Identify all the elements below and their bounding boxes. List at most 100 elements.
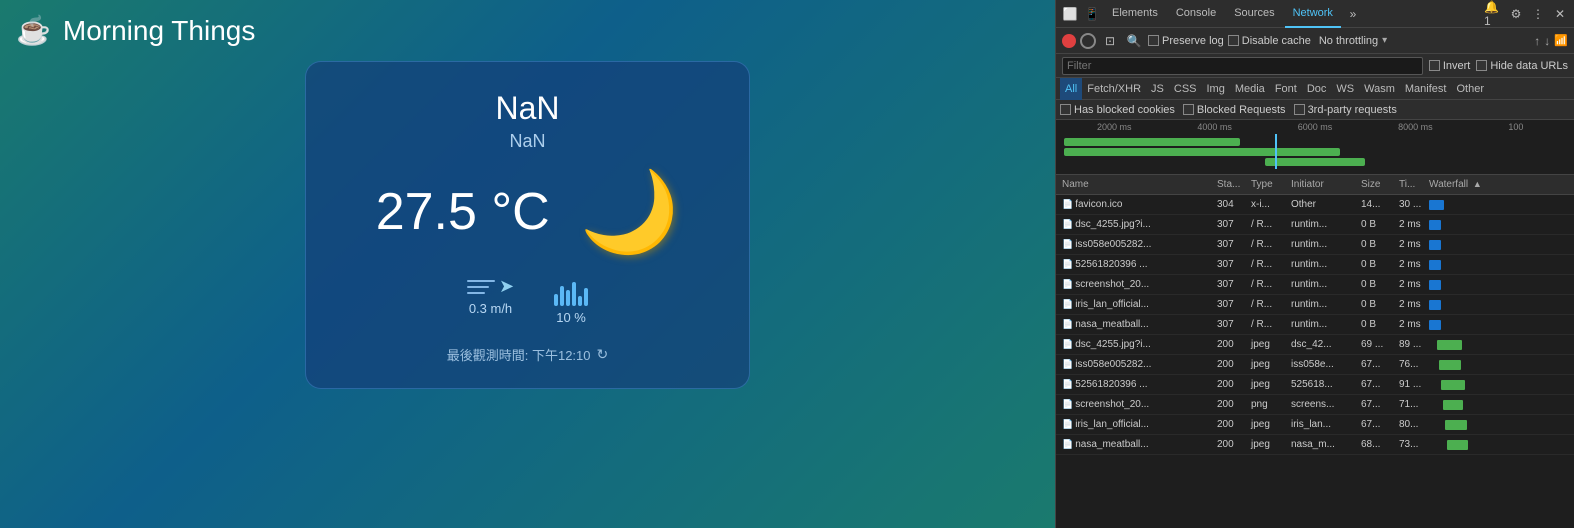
hide-data-urls-checkbox-wrapper[interactable]: Hide data URLs [1476, 60, 1568, 72]
cell-type: / R... [1249, 319, 1289, 330]
table-row[interactable]: 📄iss058e005282... 307 / R... runtim... 0… [1056, 235, 1574, 255]
cell-time: 30 ... [1397, 199, 1427, 210]
col-header-time[interactable]: Ti... [1397, 179, 1427, 190]
more-options-icon[interactable]: ⋮ [1528, 4, 1548, 24]
preserve-log-checkbox-wrapper[interactable]: Preserve log [1148, 35, 1224, 47]
timeline-labels: 2000 ms 4000 ms 6000 ms 8000 ms 100 [1056, 120, 1574, 134]
col-header-size[interactable]: Size [1359, 179, 1397, 190]
invert-checkbox[interactable] [1429, 60, 1440, 71]
device-icon[interactable]: 📱 [1082, 4, 1102, 24]
waterfall-bar [1443, 400, 1463, 410]
invert-label: Invert [1443, 60, 1471, 72]
col-header-type[interactable]: Type [1249, 179, 1289, 190]
table-row[interactable]: 📄favicon.ico 304 x-i... Other 14... 30 .… [1056, 195, 1574, 215]
third-party-checkbox[interactable] [1294, 104, 1305, 115]
type-btn-all[interactable]: All [1060, 78, 1082, 100]
filter-input[interactable] [1062, 57, 1423, 75]
throttle-dropdown-icon[interactable]: ▾ [1382, 35, 1387, 46]
col-header-waterfall[interactable]: Waterfall ▲ [1427, 179, 1570, 190]
tab-console[interactable]: Console [1168, 0, 1224, 28]
cell-type: jpeg [1249, 439, 1289, 450]
table-row[interactable]: 📄dsc_4255.jpg?i... 200 jpeg dsc_42... 69… [1056, 335, 1574, 355]
more-tabs-icon[interactable]: » [1343, 4, 1363, 24]
type-btn-img[interactable]: Img [1202, 78, 1230, 100]
invert-checkbox-wrapper[interactable]: Invert [1429, 60, 1471, 72]
blocked-requests-wrapper[interactable]: Blocked Requests [1183, 104, 1286, 116]
type-btn-wasm[interactable]: Wasm [1359, 78, 1400, 100]
cell-size: 0 B [1359, 259, 1397, 270]
clear-icon[interactable] [1080, 33, 1096, 49]
disable-cache-checkbox[interactable] [1228, 35, 1239, 46]
cell-size: 14... [1359, 199, 1397, 210]
table-row[interactable]: 📄dsc_4255.jpg?i... 307 / R... runtim... … [1056, 215, 1574, 235]
weather-card: NaN NaN 27.5 °C 🌙 ➤ 0.3 m/h [305, 61, 750, 389]
cell-name: 📄favicon.ico [1060, 199, 1215, 210]
table-row[interactable]: 📄iss058e005282... 200 jpeg iss058e... 67… [1056, 355, 1574, 375]
upload-icon[interactable]: ↑ [1534, 34, 1540, 48]
hide-data-urls-checkbox[interactable] [1476, 60, 1487, 71]
cell-type: jpeg [1249, 379, 1289, 390]
blocked-requests-checkbox[interactable] [1183, 104, 1194, 115]
type-btn-ws[interactable]: WS [1331, 78, 1359, 100]
filter-icon[interactable]: ⊡ [1100, 31, 1120, 51]
table-row[interactable]: 📄iris_lan_official... 200 jpeg iris_lan.… [1056, 415, 1574, 435]
weather-subtitle: NaN [346, 131, 709, 152]
table-row[interactable]: 📄nasa_meatball... 307 / R... runtim... 0… [1056, 315, 1574, 335]
waterfall-bar [1429, 220, 1441, 230]
table-row[interactable]: 📄screenshot_20... 307 / R... runtim... 0… [1056, 275, 1574, 295]
refresh-icon[interactable]: ↻ [597, 346, 609, 363]
cell-status: 307 [1215, 219, 1249, 230]
type-btn-media[interactable]: Media [1230, 78, 1270, 100]
cell-status: 200 [1215, 419, 1249, 430]
third-party-wrapper[interactable]: 3rd-party requests [1294, 104, 1397, 116]
cell-size: 0 B [1359, 299, 1397, 310]
type-btn-font[interactable]: Font [1270, 78, 1302, 100]
disable-cache-checkbox-wrapper[interactable]: Disable cache [1228, 35, 1311, 47]
devtools-tab-bar: ⬜ 📱 Elements Console Sources Network » 🔔… [1056, 0, 1574, 28]
cell-time: 73... [1397, 439, 1427, 450]
cell-waterfall [1427, 395, 1570, 414]
table-row[interactable]: 📄iris_lan_official... 307 / R... runtim.… [1056, 295, 1574, 315]
type-btn-js[interactable]: JS [1146, 78, 1169, 100]
wind-detail: ➤ 0.3 m/h [467, 276, 514, 325]
search-icon[interactable]: 🔍 [1124, 31, 1144, 51]
waterfall-bar [1429, 280, 1441, 290]
table-row[interactable]: 📄52561820396 ... 307 / R... runtim... 0 … [1056, 255, 1574, 275]
table-row[interactable]: 📄nasa_meatball... 200 jpeg nasa_m... 68.… [1056, 435, 1574, 455]
cell-waterfall [1427, 215, 1570, 234]
cell-status: 304 [1215, 199, 1249, 210]
cell-time: 2 ms [1397, 259, 1427, 270]
timeline-bar-area [1064, 134, 1566, 169]
type-btn-css[interactable]: CSS [1169, 78, 1202, 100]
table-row[interactable]: 📄52561820396 ... 200 jpeg 525618... 67..… [1056, 375, 1574, 395]
last-updated-text: 最後觀測時間: 下午12:10 [447, 345, 591, 364]
stop-recording-icon[interactable] [1062, 34, 1076, 48]
close-icon[interactable]: ✕ [1550, 4, 1570, 24]
col-header-name[interactable]: Name [1060, 179, 1215, 190]
settings-icon[interactable]: ⚙ [1506, 4, 1526, 24]
cell-initiator: runtim... [1289, 299, 1359, 310]
tab-network[interactable]: Network [1285, 0, 1341, 28]
col-header-initiator[interactable]: Initiator [1289, 179, 1359, 190]
throttle-selector[interactable]: No throttling [1319, 35, 1378, 47]
col-header-status[interactable]: Sta... [1215, 179, 1249, 190]
preserve-log-checkbox[interactable] [1148, 35, 1159, 46]
download-icon[interactable]: ↓ [1544, 34, 1550, 48]
type-btn-manifest[interactable]: Manifest [1400, 78, 1452, 100]
type-btn-doc[interactable]: Doc [1302, 78, 1332, 100]
timeline-green-bar-2 [1064, 148, 1340, 156]
cell-type: jpeg [1249, 339, 1289, 350]
type-btn-other[interactable]: Other [1451, 78, 1489, 100]
tab-elements[interactable]: Elements [1104, 0, 1166, 28]
wind-speed-label: 0.3 m/h [469, 301, 512, 316]
inspect-icon[interactable]: ⬜ [1060, 4, 1080, 24]
table-row[interactable]: 📄screenshot_20... 200 png screens... 67.… [1056, 395, 1574, 415]
waterfall-bar [1429, 320, 1441, 330]
type-btn-fetch-xhr[interactable]: Fetch/XHR [1082, 78, 1146, 100]
waterfall-bar [1429, 260, 1441, 270]
tab-sources[interactable]: Sources [1226, 0, 1282, 28]
cell-type: png [1249, 399, 1289, 410]
blocked-cookies-checkbox[interactable] [1060, 104, 1071, 115]
blocked-cookies-wrapper[interactable]: Has blocked cookies [1060, 104, 1175, 116]
notification-icon[interactable]: 🔔 1 [1484, 4, 1504, 24]
